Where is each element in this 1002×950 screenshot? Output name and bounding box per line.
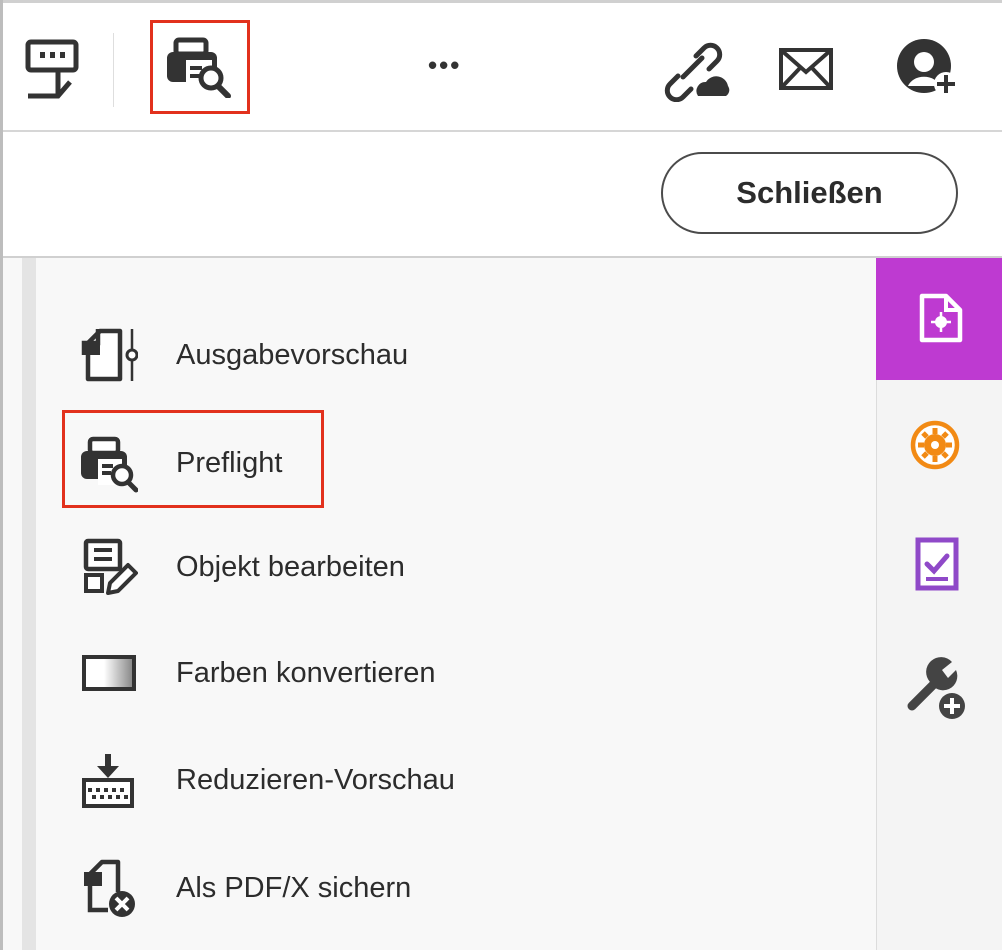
form-tools-icon[interactable]	[14, 38, 86, 106]
share-link-icon[interactable]	[658, 36, 732, 102]
toolbar-highlight-box	[150, 20, 250, 114]
tool-label: Farben konvertieren	[176, 656, 436, 689]
output-preview-icon	[81, 328, 138, 382]
close-button[interactable]: Schließen	[661, 152, 958, 234]
wrench-add-icon[interactable]	[906, 652, 970, 720]
save-pdfx-icon	[84, 859, 135, 917]
tool-convert-colors[interactable]: Farben konvertieren	[78, 628, 436, 718]
flattener-preview-icon	[82, 754, 134, 808]
preflight-highlight-box	[62, 410, 324, 508]
tool-label: Objekt bearbeiten	[176, 550, 405, 583]
tool-label: Als PDF/X sichern	[176, 871, 412, 904]
convert-colors-icon	[82, 655, 136, 691]
edit-object-icon	[83, 538, 138, 595]
more-icon[interactable]: •••	[428, 50, 478, 80]
panel-scroll-gutter[interactable]	[22, 258, 36, 950]
tool-label: Reduzieren-Vorschau	[176, 763, 455, 796]
gear-badge-icon[interactable]	[908, 418, 962, 472]
checklist-icon[interactable]	[914, 534, 962, 594]
toolbar-separator	[113, 33, 114, 107]
tool-flattener-preview[interactable]: Reduzieren-Vorschau	[78, 735, 455, 825]
add-user-icon[interactable]	[894, 36, 966, 100]
tool-edit-object[interactable]: Objekt bearbeiten	[78, 522, 405, 612]
print-production-rail-icon[interactable]	[916, 290, 966, 346]
tool-save-pdfx[interactable]: Als PDF/X sichern	[78, 843, 411, 933]
email-icon[interactable]	[778, 46, 834, 92]
tool-output-preview[interactable]: Ausgabevorschau	[78, 310, 408, 400]
tool-label: Ausgabevorschau	[176, 338, 409, 371]
